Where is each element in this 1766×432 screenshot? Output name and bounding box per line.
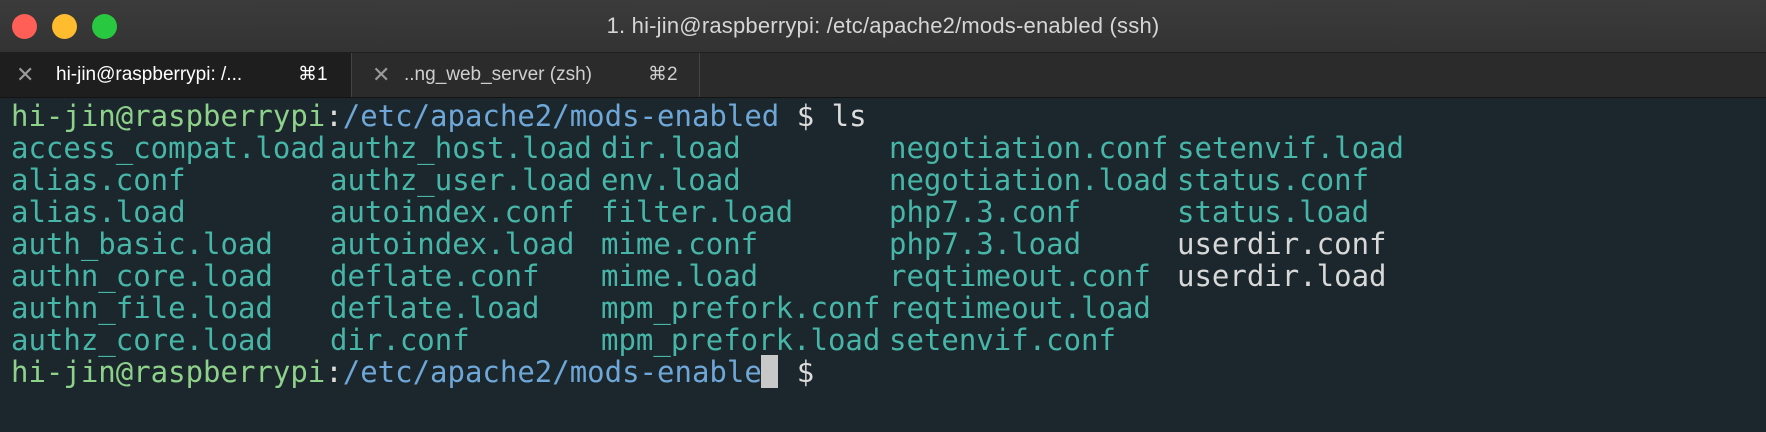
file-entry: mpm_prefork.conf [601,291,881,325]
prompt-user: hi-jin@raspberrypi [11,99,326,133]
file-entry: reqtimeout.conf [889,259,1151,293]
file-entry: authn_core.load [11,259,273,293]
tab-close-icon[interactable]: ✕ [372,53,390,97]
file-entry: access_compat.load [11,131,326,165]
file-entry: userdir.load [1177,259,1387,293]
tab-bar: ✕ hi-jin@raspberrypi: /... ⌘1 ✕ ..ng_web… [0,53,1766,98]
window-title: 1. hi-jin@raspberrypi: /etc/apache2/mods… [606,13,1160,38]
terminal-window: 1. hi-jin@raspberrypi: /etc/apache2/mods… [0,0,1766,432]
terminal-output[interactable]: hi-jin@raspberrypi:/etc/apache2/mods-ena… [0,98,1766,432]
prompt-symbol: $ [779,99,832,133]
tab-label: hi-jin@raspberrypi: /... [56,64,243,85]
tab-shortcut: ⌘2 [648,64,678,85]
title-bar: 1. hi-jin@raspberrypi: /etc/apache2/mods… [0,0,1766,53]
tab-ssh[interactable]: ✕ hi-jin@raspberrypi: /... ⌘1 [0,53,352,97]
prompt-path: /etc/apache2/mods-enabled [342,355,780,389]
file-entry: status.load [1177,195,1370,229]
tab-close-icon[interactable]: ✕ [16,53,34,97]
file-entry: reqtimeout.load [889,291,1151,325]
file-entry: mpm_prefork.load [601,323,881,357]
prompt-separator: : [325,99,343,133]
prompt-symbol: $ [779,355,832,389]
file-entry: negotiation.load [889,163,1169,197]
file-entry: deflate.conf [330,259,540,293]
file-entry: alias.conf [11,163,186,197]
text-cursor [761,355,778,388]
file-entry: userdir.conf [1177,227,1387,261]
prompt-line: hi-jin@raspberrypi:/etc/apache2/mods-ena… [11,98,867,134]
command-text: ls [831,99,867,133]
file-entry: autoindex.load [330,227,575,261]
prompt-user: hi-jin@raspberrypi [11,355,326,389]
file-entry: dir.conf [330,323,470,357]
file-entry: autoindex.conf [330,195,575,229]
file-entry: php7.3.conf [889,195,1082,229]
file-entry: env.load [601,163,741,197]
file-entry: alias.load [11,195,186,229]
prompt-path: /etc/apache2/mods-enabled [342,99,780,133]
file-entry: authz_user.load [330,163,592,197]
tab-zsh[interactable]: ✕ ..ng_web_server (zsh) ⌘2 [352,53,700,97]
prompt-separator: : [325,355,343,389]
file-entry: setenvif.load [1177,131,1404,165]
file-entry: authz_host.load [330,131,592,165]
file-entry: authn_file.load [11,291,273,325]
file-entry: mime.conf [601,227,759,261]
prompt-line: hi-jin@raspberrypi:/etc/apache2/mods-ena… [11,354,832,390]
file-entry: auth_basic.load [11,227,273,261]
tab-shortcut: ⌘1 [298,64,328,85]
file-entry: status.conf [1177,163,1370,197]
file-entry: deflate.load [330,291,540,325]
file-entry: setenvif.conf [889,323,1116,357]
file-entry: mime.load [601,259,759,293]
file-entry: negotiation.conf [889,131,1169,165]
file-entry: filter.load [601,195,794,229]
file-entry: php7.3.load [889,227,1082,261]
tab-label: ..ng_web_server (zsh) [404,64,592,85]
file-entry: authz_core.load [11,323,273,357]
file-entry: dir.load [601,131,741,165]
